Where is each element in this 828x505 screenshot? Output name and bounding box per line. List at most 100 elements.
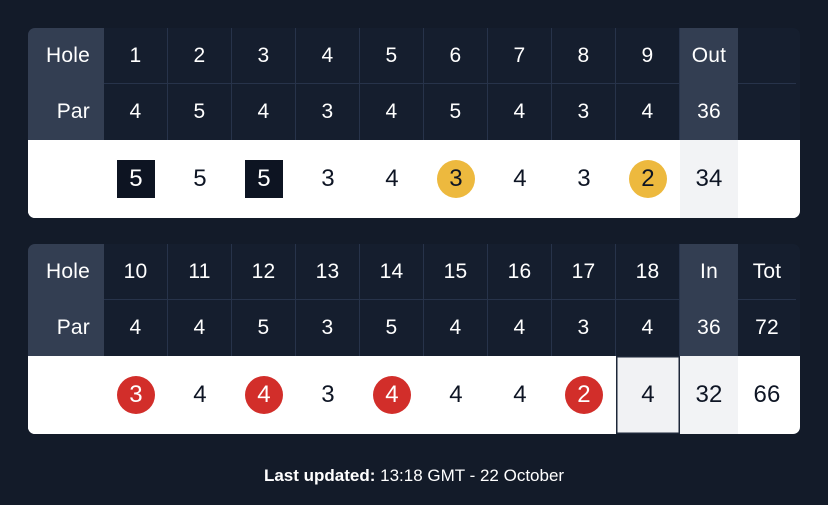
- front-nine-filler-header: [738, 28, 796, 84]
- score-cell-hole-13[interactable]: 3: [296, 356, 360, 434]
- score-cell-hole-4[interactable]: 3: [296, 140, 360, 218]
- hole-header-3: 3: [232, 28, 296, 84]
- last-updated-value: 13:18 GMT - 22 October: [380, 466, 565, 485]
- front-nine-score-label: [28, 140, 104, 218]
- back-nine-total-header: Tot: [738, 244, 796, 300]
- score-marker-hole-18: 4: [641, 381, 655, 408]
- back-nine-total-score: 66: [753, 381, 781, 408]
- back-nine-hole-label: Hole: [28, 244, 104, 300]
- par-value-hole-3: 4: [232, 84, 296, 140]
- hole-header-15: 15: [424, 244, 488, 300]
- hole-header-14: 14: [360, 244, 424, 300]
- score-cell-hole-18[interactable]: 4: [616, 356, 680, 434]
- score-marker-hole-6: 3: [437, 160, 475, 198]
- par-value-hole-1: 4: [104, 84, 168, 140]
- hole-header-7: 7: [488, 28, 552, 84]
- score-marker-hole-3: 5: [245, 160, 283, 198]
- back-nine-total-par: 72: [738, 300, 796, 356]
- back-nine-hole-row: Hole 10 11 12 13 14 15 16 17 18 In Tot: [28, 244, 800, 300]
- front-nine-aggregate-score: 34: [680, 140, 738, 218]
- score-marker-hole-11: 4: [193, 381, 207, 408]
- score-cell-hole-12[interactable]: 4: [232, 356, 296, 434]
- hole-header-8: 8: [552, 28, 616, 84]
- score-cell-hole-11[interactable]: 4: [168, 356, 232, 434]
- score-cell-hole-14[interactable]: 4: [360, 356, 424, 434]
- front-nine-score-row: 5 5 5 3 4 3 4 3 2 34: [28, 140, 800, 218]
- hole-header-1: 1: [104, 28, 168, 84]
- hole-header-4: 4: [296, 28, 360, 84]
- front-nine-par-row: Par 4 5 4 3 4 5 4 3 4 36: [28, 84, 800, 140]
- back-nine-par-label: Par: [28, 300, 104, 356]
- hole-header-11: 11: [168, 244, 232, 300]
- par-value-hole-12: 5: [232, 300, 296, 356]
- hole-header-2: 2: [168, 28, 232, 84]
- par-value-hole-4: 3: [296, 84, 360, 140]
- score-cell-hole-3[interactable]: 5: [232, 140, 296, 218]
- hole-header-16: 16: [488, 244, 552, 300]
- hole-header-5: 5: [360, 28, 424, 84]
- score-marker-hole-15: 4: [449, 381, 463, 408]
- front-nine-filler-par: [738, 84, 796, 140]
- front-nine-card: Hole 1 2 3 4 5 6 7 8 9 Out Par 4 5 4 3 4 5 4 3 4 36 55534343…: [28, 28, 800, 218]
- score-marker-hole-8: 3: [577, 165, 591, 192]
- par-value-hole-13: 3: [296, 300, 360, 356]
- hole-header-18: 18: [616, 244, 680, 300]
- back-nine-score-label: [28, 356, 104, 434]
- score-cell-hole-5[interactable]: 4: [360, 140, 424, 218]
- score-cell-hole-17[interactable]: 2: [552, 356, 616, 434]
- score-marker-hole-17: 2: [565, 376, 603, 414]
- back-nine-aggregate-par: 36: [680, 300, 738, 356]
- hole-header-13: 13: [296, 244, 360, 300]
- front-nine-hole-label: Hole: [28, 28, 104, 84]
- score-marker-hole-9: 2: [629, 160, 667, 198]
- front-nine-aggregate-header: Out: [680, 28, 738, 84]
- score-marker-hole-13: 3: [321, 381, 335, 408]
- front-nine-hole-row: Hole 1 2 3 4 5 6 7 8 9 Out: [28, 28, 800, 84]
- par-value-hole-10: 4: [104, 300, 168, 356]
- score-cell-hole-7[interactable]: 4: [488, 140, 552, 218]
- score-marker-hole-12: 4: [245, 376, 283, 414]
- score-cell-hole-8[interactable]: 3: [552, 140, 616, 218]
- score-marker-hole-2: 5: [193, 165, 207, 192]
- par-value-hole-16: 4: [488, 300, 552, 356]
- back-nine-par-row: Par 4 4 5 3 5 4 4 3 4 36 72: [28, 300, 800, 356]
- scorecard: Hole 1 2 3 4 5 6 7 8 9 Out Par 4 5 4 3 4 5 4 3 4 36 55534343…: [28, 0, 800, 434]
- score-marker-hole-4: 3: [321, 165, 335, 192]
- score-cell-hole-6[interactable]: 3: [424, 140, 488, 218]
- score-marker-hole-5: 4: [385, 165, 399, 192]
- par-value-hole-15: 4: [424, 300, 488, 356]
- score-cell-hole-9[interactable]: 2: [616, 140, 680, 218]
- score-cell-hole-16[interactable]: 4: [488, 356, 552, 434]
- back-nine-score-row: 3 4 4 3 4 4 4 2 4 32 66: [28, 356, 800, 434]
- hole-header-9: 9: [616, 28, 680, 84]
- score-marker-hole-1: 5: [117, 160, 155, 198]
- score-marker-hole-14: 4: [373, 376, 411, 414]
- score-marker-hole-10: 3: [117, 376, 155, 414]
- back-nine-card: Hole 10 11 12 13 14 15 16 17 18 In Tot Par 4 4 5 3 5 4 4 3 4…: [28, 244, 800, 434]
- par-value-hole-6: 5: [424, 84, 488, 140]
- par-value-hole-5: 4: [360, 84, 424, 140]
- hole-header-12: 12: [232, 244, 296, 300]
- par-value-hole-2: 5: [168, 84, 232, 140]
- par-value-hole-7: 4: [488, 84, 552, 140]
- par-value-hole-11: 4: [168, 300, 232, 356]
- score-cell-hole-2[interactable]: 5: [168, 140, 232, 218]
- last-updated-label: Last updated:: [263, 466, 376, 485]
- front-nine-aggregate-par: 36: [680, 84, 738, 140]
- score-cell-hole-1[interactable]: 5: [104, 140, 168, 218]
- front-nine-filler-score: [738, 140, 796, 218]
- hole-header-10: 10: [104, 244, 168, 300]
- par-value-hole-9: 4: [616, 84, 680, 140]
- front-nine-par-label: Par: [28, 84, 104, 140]
- score-marker-hole-16: 4: [513, 381, 527, 408]
- par-value-hole-14: 5: [360, 300, 424, 356]
- hole-header-17: 17: [552, 244, 616, 300]
- last-updated-footer: Last updated: 13:18 GMT - 22 October: [0, 466, 828, 486]
- back-nine-aggregate-header: In: [680, 244, 738, 300]
- par-value-hole-17: 3: [552, 300, 616, 356]
- par-value-hole-18: 4: [616, 300, 680, 356]
- score-cell-hole-15[interactable]: 4: [424, 356, 488, 434]
- hole-header-6: 6: [424, 28, 488, 84]
- score-cell-hole-10[interactable]: 3: [104, 356, 168, 434]
- score-marker-hole-7: 4: [513, 165, 527, 192]
